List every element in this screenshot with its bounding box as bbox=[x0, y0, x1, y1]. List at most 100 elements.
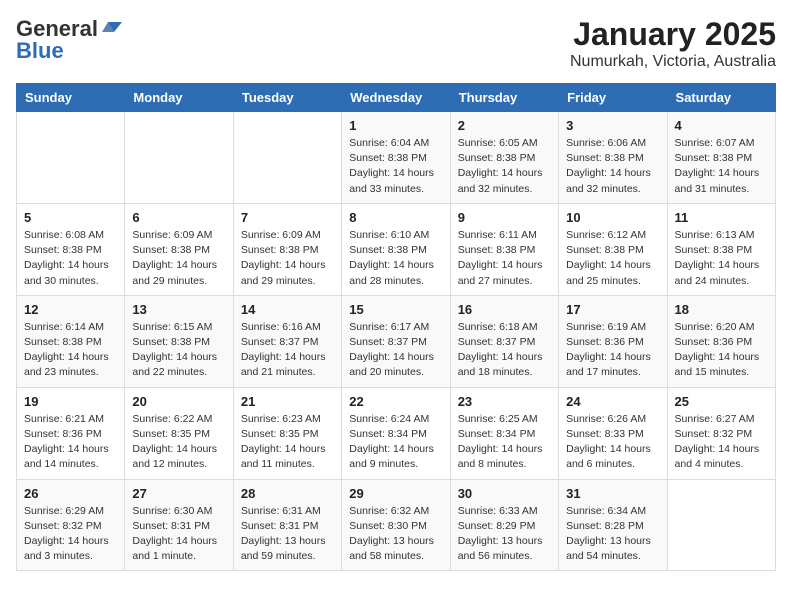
calendar-cell bbox=[125, 112, 233, 204]
day-info: Sunrise: 6:05 AM Sunset: 8:38 PM Dayligh… bbox=[458, 136, 551, 197]
day-number: 30 bbox=[458, 486, 551, 501]
calendar-cell: 16 Sunrise: 6:18 AM Sunset: 8:37 PM Dayli… bbox=[450, 295, 558, 387]
day-info: Sunrise: 6:08 AM Sunset: 8:38 PM Dayligh… bbox=[24, 228, 117, 289]
day-header-saturday: Saturday bbox=[667, 84, 775, 112]
calendar-cell: 12 Sunrise: 6:14 AM Sunset: 8:38 PM Dayli… bbox=[17, 295, 125, 387]
day-number: 10 bbox=[566, 210, 659, 225]
day-info: Sunrise: 6:18 AM Sunset: 8:37 PM Dayligh… bbox=[458, 320, 551, 381]
day-number: 29 bbox=[349, 486, 442, 501]
day-number: 27 bbox=[132, 486, 225, 501]
calendar-cell: 14Sunrise: 6:16 AM Sunset: 8:37 PM Dayli… bbox=[233, 295, 341, 387]
page-subtitle: Numurkah, Victoria, Australia bbox=[570, 53, 776, 71]
day-number: 20 bbox=[132, 394, 225, 409]
day-info: Sunrise: 6:24 AM Sunset: 8:34 PM Dayligh… bbox=[349, 412, 442, 473]
calendar-cell: 18Sunrise: 6:20 AM Sunset: 8:36 PM Dayli… bbox=[667, 295, 775, 387]
calendar-cell: 11 Sunrise: 6:13 AM Sunset: 8:38 PM Dayli… bbox=[667, 203, 775, 295]
day-header-monday: Monday bbox=[125, 84, 233, 112]
day-number: 23 bbox=[458, 394, 551, 409]
calendar-cell: 26Sunrise: 6:29 AM Sunset: 8:32 PM Dayli… bbox=[17, 479, 125, 571]
calendar-cell: 5 Sunrise: 6:08 AM Sunset: 8:38 PM Daylig… bbox=[17, 203, 125, 295]
day-number: 21 bbox=[241, 394, 334, 409]
page-header: General Blue January 2025 Numurkah, Vict… bbox=[16, 16, 776, 71]
calendar-cell: 29 Sunrise: 6:32 AM Sunset: 8:30 PM Dayli… bbox=[342, 479, 450, 571]
day-info: Sunrise: 6:34 AM Sunset: 8:28 PM Dayligh… bbox=[566, 504, 659, 565]
day-number: 14 bbox=[241, 302, 334, 317]
calendar-cell: 30 Sunrise: 6:33 AM Sunset: 8:29 PM Dayli… bbox=[450, 479, 558, 571]
calendar-cell: 6 Sunrise: 6:09 AM Sunset: 8:38 PM Daylig… bbox=[125, 203, 233, 295]
day-number: 22 bbox=[349, 394, 442, 409]
day-number: 4 bbox=[675, 118, 768, 133]
calendar-cell: 24 Sunrise: 6:26 AM Sunset: 8:33 PM Dayli… bbox=[559, 387, 667, 479]
day-number: 6 bbox=[132, 210, 225, 225]
day-number: 3 bbox=[566, 118, 659, 133]
day-header-wednesday: Wednesday bbox=[342, 84, 450, 112]
calendar-cell bbox=[233, 112, 341, 204]
day-info: Sunrise: 6:10 AM Sunset: 8:38 PM Dayligh… bbox=[349, 228, 442, 289]
calendar-header: SundayMondayTuesdayWednesdayThursdayFrid… bbox=[17, 84, 776, 112]
day-info: Sunrise: 6:07 AM Sunset: 8:38 PM Dayligh… bbox=[675, 136, 768, 197]
week-row-3: 12 Sunrise: 6:14 AM Sunset: 8:38 PM Dayli… bbox=[17, 295, 776, 387]
day-info: Sunrise: 6:23 AM Sunset: 8:35 PM Dayligh… bbox=[241, 412, 334, 473]
calendar-cell bbox=[667, 479, 775, 571]
day-number: 26 bbox=[24, 486, 117, 501]
day-number: 25 bbox=[675, 394, 768, 409]
calendar-body: 1 Sunrise: 6:04 AM Sunset: 8:38 PM Daylig… bbox=[17, 112, 776, 571]
calendar-cell: 9Sunrise: 6:11 AM Sunset: 8:38 PM Daylig… bbox=[450, 203, 558, 295]
day-header-friday: Friday bbox=[559, 84, 667, 112]
day-info: Sunrise: 6:31 AM Sunset: 8:31 PM Dayligh… bbox=[241, 504, 334, 565]
day-info: Sunrise: 6:04 AM Sunset: 8:38 PM Dayligh… bbox=[349, 136, 442, 197]
day-info: Sunrise: 6:33 AM Sunset: 8:29 PM Dayligh… bbox=[458, 504, 551, 565]
calendar-cell: 20 Sunrise: 6:22 AM Sunset: 8:35 PM Dayli… bbox=[125, 387, 233, 479]
day-number: 16 bbox=[458, 302, 551, 317]
calendar-cell: 28 Sunrise: 6:31 AM Sunset: 8:31 PM Dayli… bbox=[233, 479, 341, 571]
calendar-cell: 1 Sunrise: 6:04 AM Sunset: 8:38 PM Daylig… bbox=[342, 112, 450, 204]
day-number: 1 bbox=[349, 118, 442, 133]
calendar-cell: 23 Sunrise: 6:25 AM Sunset: 8:34 PM Dayli… bbox=[450, 387, 558, 479]
day-number: 2 bbox=[458, 118, 551, 133]
day-info: Sunrise: 6:13 AM Sunset: 8:38 PM Dayligh… bbox=[675, 228, 768, 289]
day-info: Sunrise: 6:25 AM Sunset: 8:34 PM Dayligh… bbox=[458, 412, 551, 473]
calendar-cell: 2 Sunrise: 6:05 AM Sunset: 8:38 PM Daylig… bbox=[450, 112, 558, 204]
day-info: Sunrise: 6:14 AM Sunset: 8:38 PM Dayligh… bbox=[24, 320, 117, 381]
day-info: Sunrise: 6:26 AM Sunset: 8:33 PM Dayligh… bbox=[566, 412, 659, 473]
day-info: Sunrise: 6:22 AM Sunset: 8:35 PM Dayligh… bbox=[132, 412, 225, 473]
week-row-4: 19 Sunrise: 6:21 AM Sunset: 8:36 PM Dayli… bbox=[17, 387, 776, 479]
days-of-week-row: SundayMondayTuesdayWednesdayThursdayFrid… bbox=[17, 84, 776, 112]
day-header-sunday: Sunday bbox=[17, 84, 125, 112]
calendar-cell: 31 Sunrise: 6:34 AM Sunset: 8:28 PM Dayli… bbox=[559, 479, 667, 571]
week-row-1: 1 Sunrise: 6:04 AM Sunset: 8:38 PM Daylig… bbox=[17, 112, 776, 204]
calendar-cell: 3Sunrise: 6:06 AM Sunset: 8:38 PM Daylig… bbox=[559, 112, 667, 204]
calendar-cell: 13 Sunrise: 6:15 AM Sunset: 8:38 PM Dayli… bbox=[125, 295, 233, 387]
calendar-cell: 22 Sunrise: 6:24 AM Sunset: 8:34 PM Dayli… bbox=[342, 387, 450, 479]
calendar-cell: 4 Sunrise: 6:07 AM Sunset: 8:38 PM Daylig… bbox=[667, 112, 775, 204]
calendar-cell: 27Sunrise: 6:30 AM Sunset: 8:31 PM Dayli… bbox=[125, 479, 233, 571]
day-number: 11 bbox=[675, 210, 768, 225]
day-info: Sunrise: 6:09 AM Sunset: 8:38 PM Dayligh… bbox=[132, 228, 225, 289]
day-info: Sunrise: 6:19 AM Sunset: 8:36 PM Dayligh… bbox=[566, 320, 659, 381]
calendar-cell: 19 Sunrise: 6:21 AM Sunset: 8:36 PM Dayli… bbox=[17, 387, 125, 479]
day-info: Sunrise: 6:20 AM Sunset: 8:36 PM Dayligh… bbox=[675, 320, 768, 381]
week-row-2: 5 Sunrise: 6:08 AM Sunset: 8:38 PM Daylig… bbox=[17, 203, 776, 295]
day-number: 19 bbox=[24, 394, 117, 409]
logo-icon bbox=[100, 18, 122, 40]
logo: General Blue bbox=[16, 16, 122, 64]
day-info: Sunrise: 6:15 AM Sunset: 8:38 PM Dayligh… bbox=[132, 320, 225, 381]
day-number: 13 bbox=[132, 302, 225, 317]
week-row-5: 26Sunrise: 6:29 AM Sunset: 8:32 PM Dayli… bbox=[17, 479, 776, 571]
day-number: 24 bbox=[566, 394, 659, 409]
day-info: Sunrise: 6:21 AM Sunset: 8:36 PM Dayligh… bbox=[24, 412, 117, 473]
day-number: 17 bbox=[566, 302, 659, 317]
calendar-cell: 21 Sunrise: 6:23 AM Sunset: 8:35 PM Dayli… bbox=[233, 387, 341, 479]
day-header-thursday: Thursday bbox=[450, 84, 558, 112]
calendar-table: SundayMondayTuesdayWednesdayThursdayFrid… bbox=[16, 83, 776, 571]
day-number: 12 bbox=[24, 302, 117, 317]
calendar-cell: 7Sunrise: 6:09 AM Sunset: 8:38 PM Daylig… bbox=[233, 203, 341, 295]
calendar-cell: 10Sunrise: 6:12 AM Sunset: 8:38 PM Dayli… bbox=[559, 203, 667, 295]
day-number: 28 bbox=[241, 486, 334, 501]
day-info: Sunrise: 6:32 AM Sunset: 8:30 PM Dayligh… bbox=[349, 504, 442, 565]
calendar-cell bbox=[17, 112, 125, 204]
day-number: 5 bbox=[24, 210, 117, 225]
page-title: January 2025 bbox=[570, 16, 776, 53]
title-block: January 2025 Numurkah, Victoria, Austral… bbox=[570, 16, 776, 71]
day-number: 31 bbox=[566, 486, 659, 501]
